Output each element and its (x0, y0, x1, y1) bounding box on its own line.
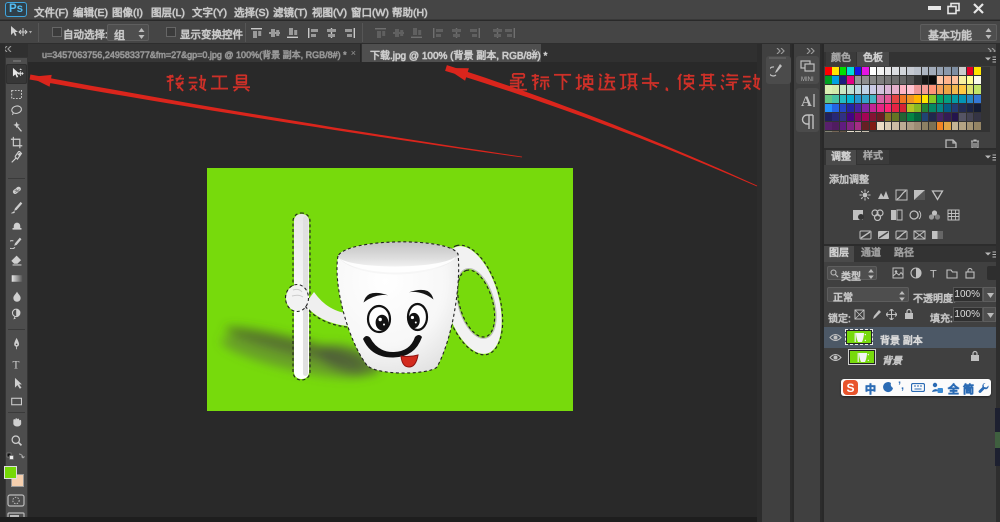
svg-text:A: A (801, 94, 812, 109)
svg-text:T: T (13, 360, 20, 371)
svg-text:T: T (930, 269, 937, 280)
svg-text:MINI: MINI (801, 77, 814, 82)
